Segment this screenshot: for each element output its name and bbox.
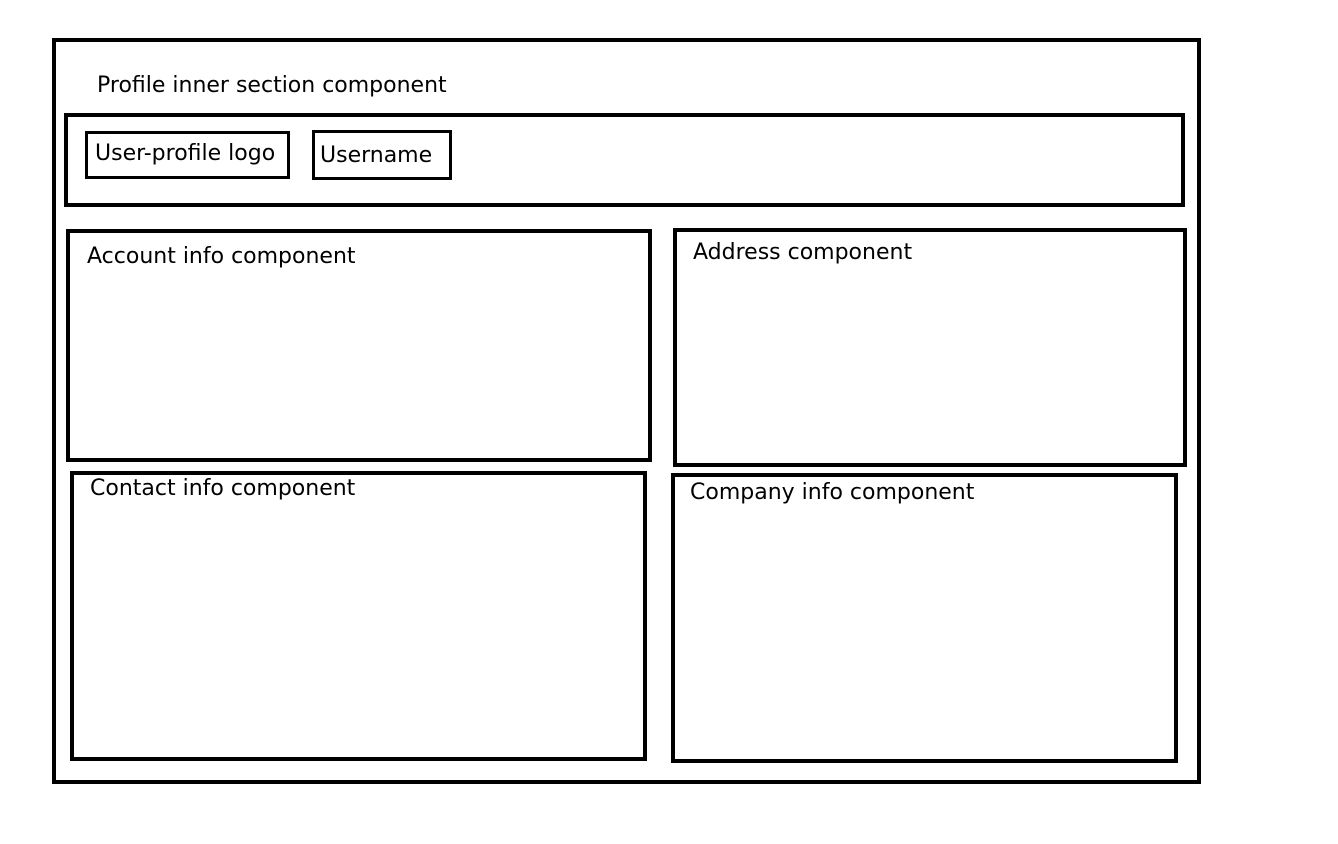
company-info-component-label: Company info component <box>690 480 975 505</box>
address-component-label: Address component <box>693 240 913 265</box>
contact-info-component-label: Contact info component <box>90 476 356 501</box>
username-label: Username <box>320 143 433 168</box>
profile-inner-section-title: Profile inner section component <box>97 73 447 98</box>
account-info-component-label: Account info component <box>87 244 356 269</box>
company-info-component-box <box>671 473 1178 763</box>
contact-info-component-box <box>70 471 647 761</box>
user-profile-logo-label: User-profile logo <box>95 141 276 166</box>
